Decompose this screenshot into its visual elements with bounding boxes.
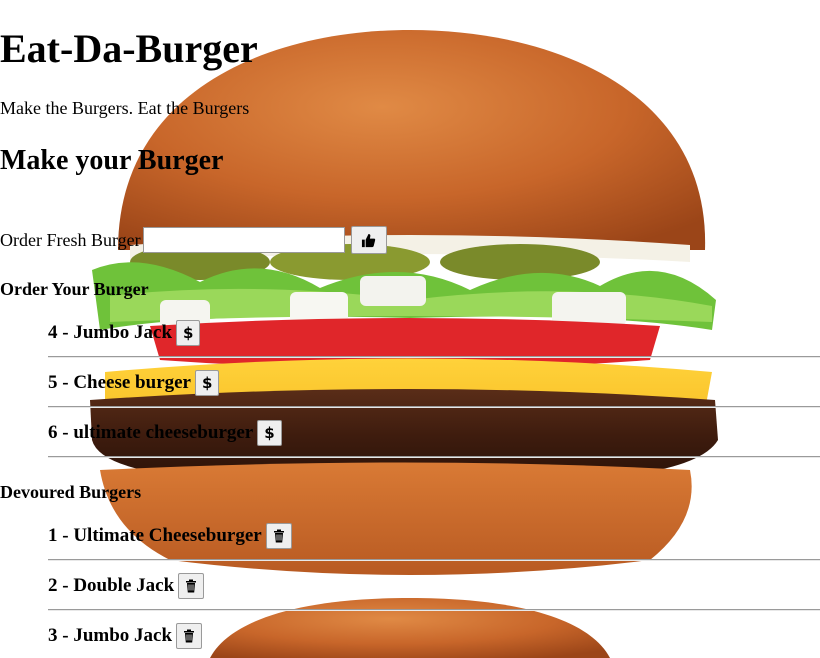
devoured-section-heading: Devoured Burgers (0, 482, 142, 502)
delete-button[interactable] (176, 623, 203, 649)
divider (48, 356, 820, 358)
order-form: Order Fresh Burger (0, 226, 387, 254)
divider (48, 609, 820, 611)
trash-icon (273, 529, 285, 543)
divider (48, 406, 820, 408)
thumbs-up-icon (361, 233, 376, 248)
burger-label: 6 - ultimate cheeseburger (48, 422, 254, 443)
divider (48, 456, 820, 458)
list-item: 1 - Ultimate Cheeseburger (48, 523, 292, 549)
list-item: 5 - Cheese burger $ (48, 370, 220, 396)
devour-button[interactable]: $ (195, 370, 220, 396)
burger-label: 5 - Cheese burger (48, 372, 191, 393)
burger-label: 1 - Ultimate Cheeseburger (48, 525, 262, 546)
dollar-icon: $ (202, 374, 213, 392)
list-item: 3 - Jumbo Jack (48, 623, 203, 649)
burger-label: 4 - Jumbo Jack (48, 322, 173, 343)
trash-icon (183, 629, 195, 643)
dollar-icon: $ (183, 324, 194, 342)
dollar-icon: $ (264, 424, 275, 442)
order-input-label: Order Fresh Burger (0, 229, 141, 250)
devour-button[interactable]: $ (257, 420, 282, 446)
order-section-heading: Order Your Burger (0, 279, 149, 299)
burger-label: 2 - Double Jack (48, 575, 175, 596)
list-item: 4 - Jumbo Jack $ (48, 320, 201, 346)
divider (48, 559, 820, 561)
delete-button[interactable] (265, 523, 292, 549)
trash-icon (185, 579, 197, 593)
burger-label: 3 - Jumbo Jack (48, 625, 173, 646)
list-item: 2 - Double Jack (48, 573, 205, 599)
burger-name-input[interactable] (142, 227, 345, 253)
make-burger-heading: Make your Burger (0, 145, 224, 176)
devour-button[interactable]: $ (176, 320, 201, 346)
submit-burger-button[interactable] (350, 226, 387, 254)
list-item: 6 - ultimate cheeseburger $ (48, 420, 282, 446)
tagline: Make the Burgers. Eat the Burgers (0, 98, 250, 118)
delete-button[interactable] (178, 573, 205, 599)
page-title: Eat-Da-Burger (0, 26, 258, 71)
